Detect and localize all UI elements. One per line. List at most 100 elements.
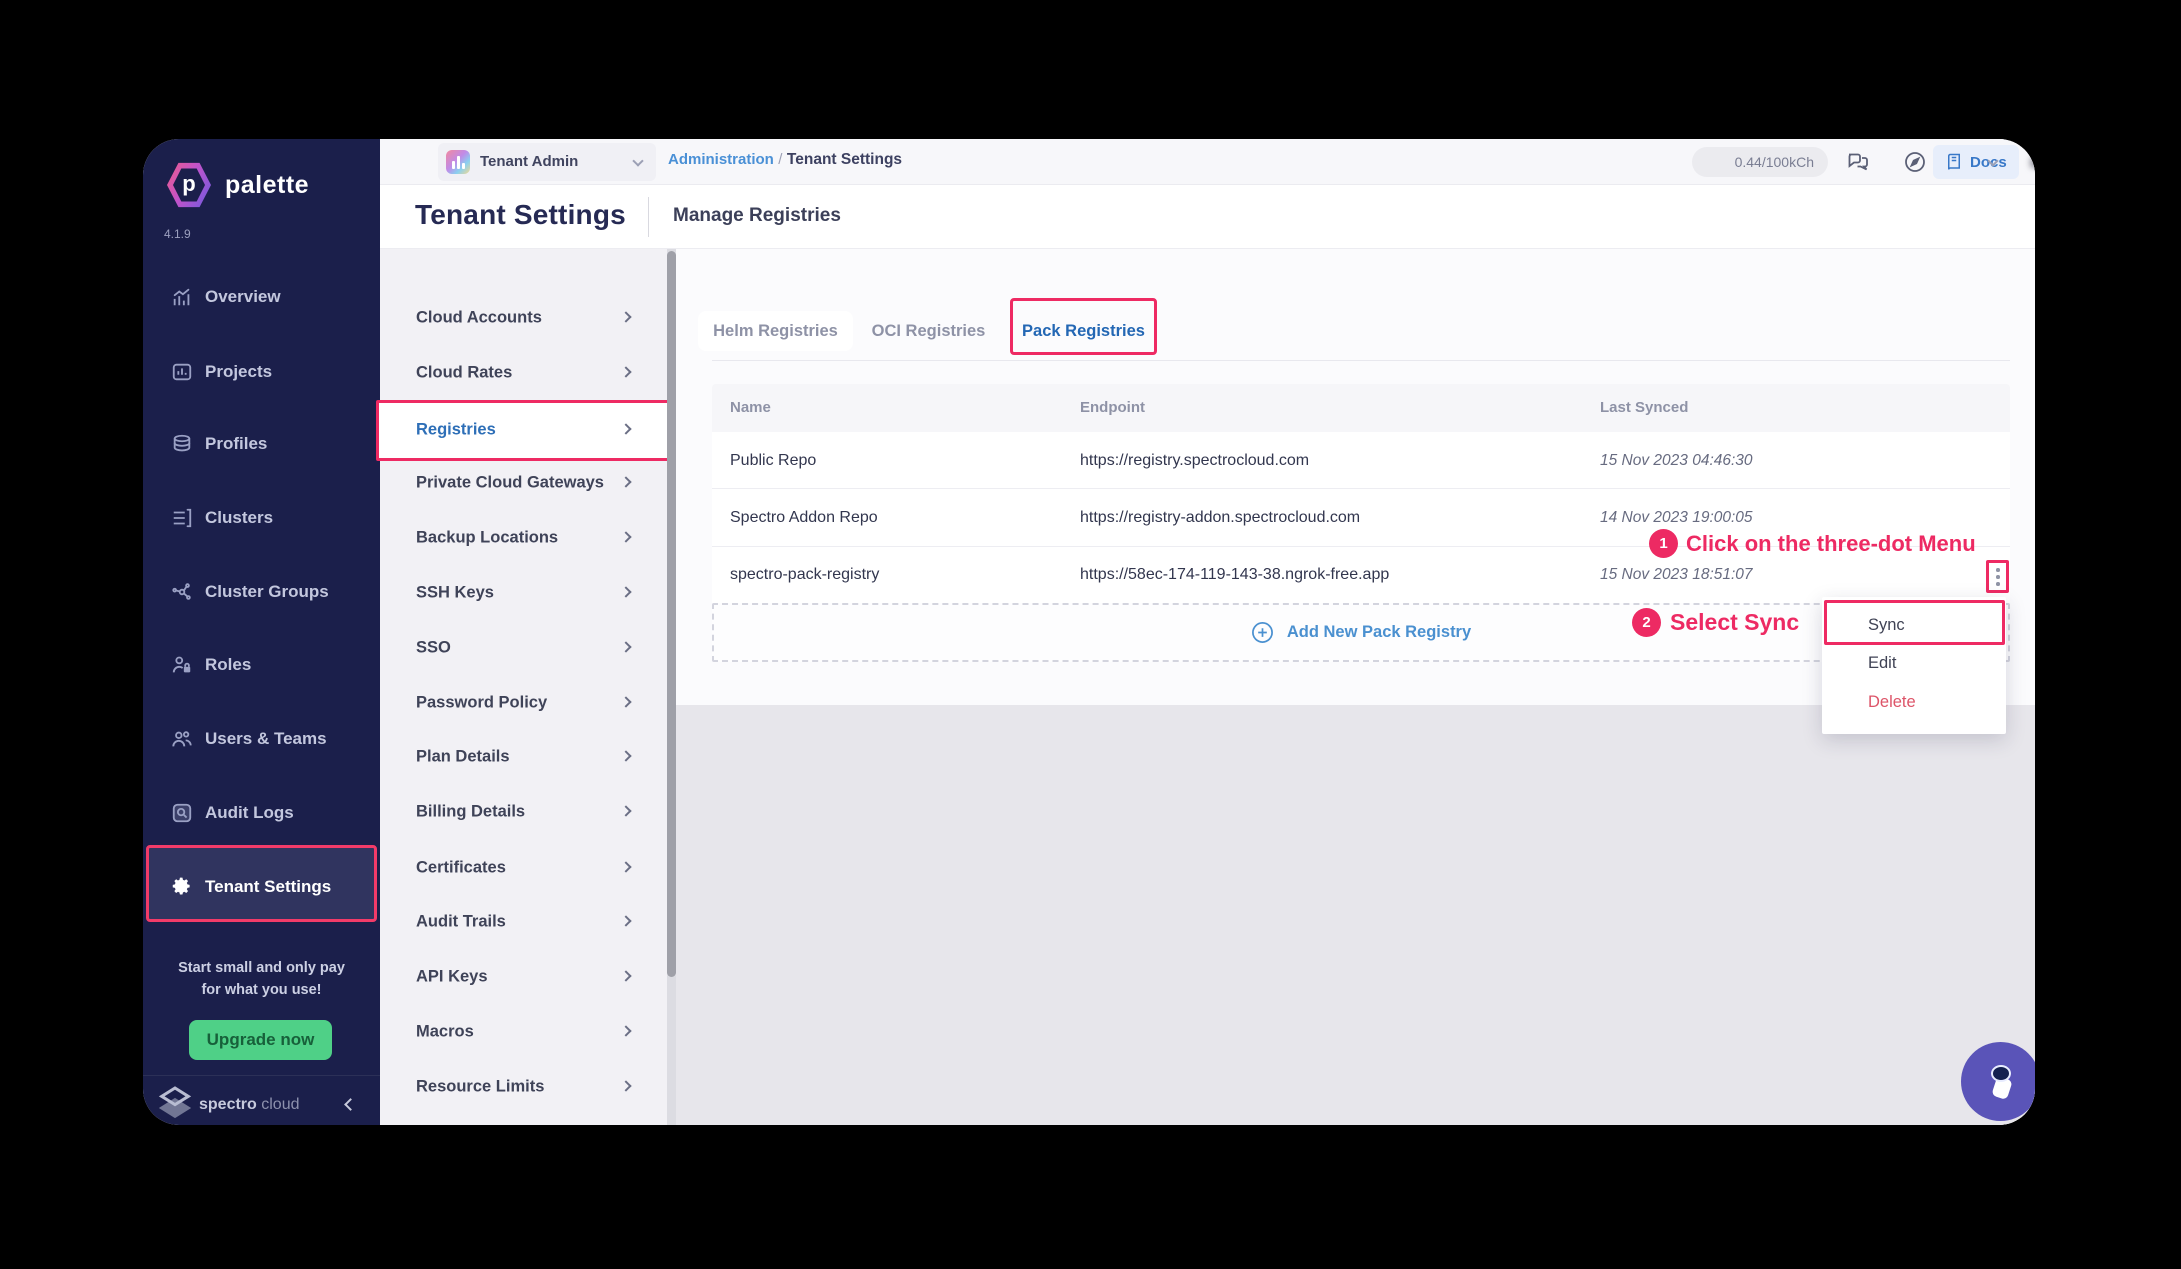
chevron-right-icon xyxy=(620,915,631,926)
chevron-right-icon xyxy=(620,805,631,816)
chevron-left-icon xyxy=(344,1098,357,1111)
breadcrumb-administration[interactable]: Administration xyxy=(668,151,774,168)
chat-icon[interactable] xyxy=(1846,150,1870,174)
tab-helm-registries[interactable]: Helm Registries xyxy=(698,311,853,351)
table-header: Name Endpoint Last Synced xyxy=(712,384,2010,432)
gear-icon xyxy=(171,876,193,898)
page-subtitle: Manage Registries xyxy=(673,205,841,227)
chevron-right-icon xyxy=(620,1025,631,1036)
user-name-blurred[interactable] xyxy=(2030,155,2035,171)
chevron-right-icon xyxy=(620,423,631,434)
plus-circle-icon xyxy=(1251,621,1274,644)
table-row-public-repo[interactable]: Public Repo https://registry.spectroclou… xyxy=(712,432,2010,489)
chevron-right-icon xyxy=(620,1080,631,1091)
users-teams-icon xyxy=(171,728,193,750)
usage-quota-badge: 0.44/100kCh xyxy=(1692,147,1828,177)
chevron-right-icon xyxy=(620,311,631,322)
tabs-divider xyxy=(712,360,2010,361)
sidebar-collapse-button[interactable] xyxy=(341,1095,361,1115)
sidebar-item-cluster-groups[interactable]: Cluster Groups xyxy=(143,570,380,614)
settings-item-ssh-keys[interactable]: SSH Keys xyxy=(380,573,676,613)
breadcrumb-current-page: Tenant Settings xyxy=(787,151,902,168)
app-name: palette xyxy=(225,171,309,200)
sync-highlight-annotation xyxy=(1824,600,2005,645)
screenshot-canvas: p palette 4.1.9 Overview Projects xyxy=(0,0,2181,1269)
sidebar: p palette 4.1.9 Overview Projects xyxy=(143,139,380,1125)
assistant-fab-button[interactable] xyxy=(1961,1042,2035,1121)
settings-item-macros[interactable]: Macros xyxy=(380,1012,676,1052)
annotation-step2-badge: 2 xyxy=(1632,608,1661,637)
column-last-synced: Last Synced xyxy=(1600,384,1688,432)
docs-button[interactable]: Docs xyxy=(1933,145,2019,179)
chevron-right-icon xyxy=(620,696,631,707)
settings-item-cloud-accounts[interactable]: Cloud Accounts xyxy=(380,298,676,338)
sidebar-item-clusters[interactable]: Clusters xyxy=(143,496,380,540)
settings-item-password-policy[interactable]: Password Policy xyxy=(380,683,676,723)
settings-item-cloud-rates[interactable]: Cloud Rates xyxy=(380,353,676,393)
sidebar-item-audit-logs[interactable]: Audit Logs xyxy=(143,791,380,835)
app-window: p palette 4.1.9 Overview Projects xyxy=(143,139,2035,1125)
tenant-admin-icon xyxy=(446,150,470,174)
chevron-down-icon xyxy=(632,155,643,166)
settings-item-sso[interactable]: SSO xyxy=(380,628,676,668)
sidebar-item-projects[interactable]: Projects xyxy=(143,350,380,394)
sidebar-item-profiles[interactable]: Profiles xyxy=(143,422,380,466)
settings-item-billing-details[interactable]: Billing Details xyxy=(380,792,676,832)
chevron-right-icon xyxy=(620,586,631,597)
cluster-groups-network-icon xyxy=(171,581,193,603)
chevron-right-icon xyxy=(620,970,631,981)
sidebar-item-roles[interactable]: Roles xyxy=(143,643,380,687)
page-title: Tenant Settings xyxy=(415,199,626,231)
spectro-cloud-brand: spectro cloud xyxy=(199,1096,300,1114)
settings-item-audit-trails[interactable]: Audit Trails xyxy=(380,902,676,942)
context-menu-delete[interactable]: Delete xyxy=(1822,683,2006,721)
column-endpoint: Endpoint xyxy=(1080,384,1145,432)
registries-panel: Helm Registries OCI Registries Pack Regi… xyxy=(676,249,2035,1125)
column-name: Name xyxy=(730,384,771,432)
settings-item-api-keys[interactable]: API Keys xyxy=(380,957,676,997)
clusters-icon xyxy=(171,507,193,529)
chevron-right-icon xyxy=(620,531,631,542)
settings-scrollbar-thumb[interactable] xyxy=(667,251,676,977)
roles-person-lock-icon xyxy=(171,654,193,676)
tenant-settings-menu: Cloud Accounts Cloud Rates Registries Pr… xyxy=(380,249,676,1125)
compass-icon[interactable] xyxy=(1903,150,1927,174)
breadcrumb-separator: / xyxy=(778,151,782,168)
scope-label: Tenant Admin xyxy=(480,153,578,170)
promo-text-line1: Start small and only pay xyxy=(143,960,380,976)
scope-selector[interactable]: Tenant Admin xyxy=(438,143,656,181)
projects-icon xyxy=(171,361,193,383)
add-new-pack-registry-button[interactable]: Add New Pack Registry xyxy=(712,603,2010,662)
overview-chart-icon xyxy=(171,286,193,308)
page-header: Tenant Settings Manage Registries xyxy=(380,185,2035,249)
annotation-step2-text: Select Sync xyxy=(1670,609,1799,636)
context-menu-edit[interactable]: Edit xyxy=(1822,644,2006,682)
chevron-right-icon xyxy=(620,641,631,652)
book-icon xyxy=(1945,153,1963,171)
upgrade-now-button[interactable]: Upgrade now xyxy=(189,1020,332,1060)
audit-logs-icon xyxy=(171,802,193,824)
app-version: 4.1.9 xyxy=(164,227,191,241)
chevron-right-icon xyxy=(620,750,631,761)
settings-item-resource-limits[interactable]: Resource Limits xyxy=(380,1067,676,1107)
chevron-right-icon xyxy=(620,476,631,487)
settings-item-registries[interactable]: Registries xyxy=(380,410,676,450)
sidebar-item-users-teams[interactable]: Users & Teams xyxy=(143,717,380,761)
annotation-step1-badge: 1 xyxy=(1649,529,1678,558)
three-dot-menu-button[interactable] xyxy=(1986,560,2009,593)
palette-logo-icon: p xyxy=(167,161,211,209)
title-divider xyxy=(648,197,649,237)
tab-oci-registries[interactable]: OCI Registries xyxy=(861,311,996,351)
spectro-cloud-logo-icon xyxy=(155,1083,195,1121)
settings-item-backup-locations[interactable]: Backup Locations xyxy=(380,518,676,558)
profiles-layers-icon xyxy=(171,433,193,455)
promo-text-line2: for what you use! xyxy=(143,982,380,998)
topbar: Tenant Admin Administration / Tenant Set… xyxy=(380,139,2035,185)
sidebar-item-tenant-settings[interactable]: Tenant Settings xyxy=(143,865,380,909)
settings-item-plan-details[interactable]: Plan Details xyxy=(380,737,676,777)
breadcrumb: Administration / Tenant Settings xyxy=(668,151,902,169)
sidebar-item-overview[interactable]: Overview xyxy=(143,275,380,319)
settings-item-certificates[interactable]: Certificates xyxy=(380,848,676,888)
settings-item-private-cloud-gateways[interactable]: Private Cloud Gateways xyxy=(380,463,676,503)
content-background xyxy=(676,705,2035,1125)
